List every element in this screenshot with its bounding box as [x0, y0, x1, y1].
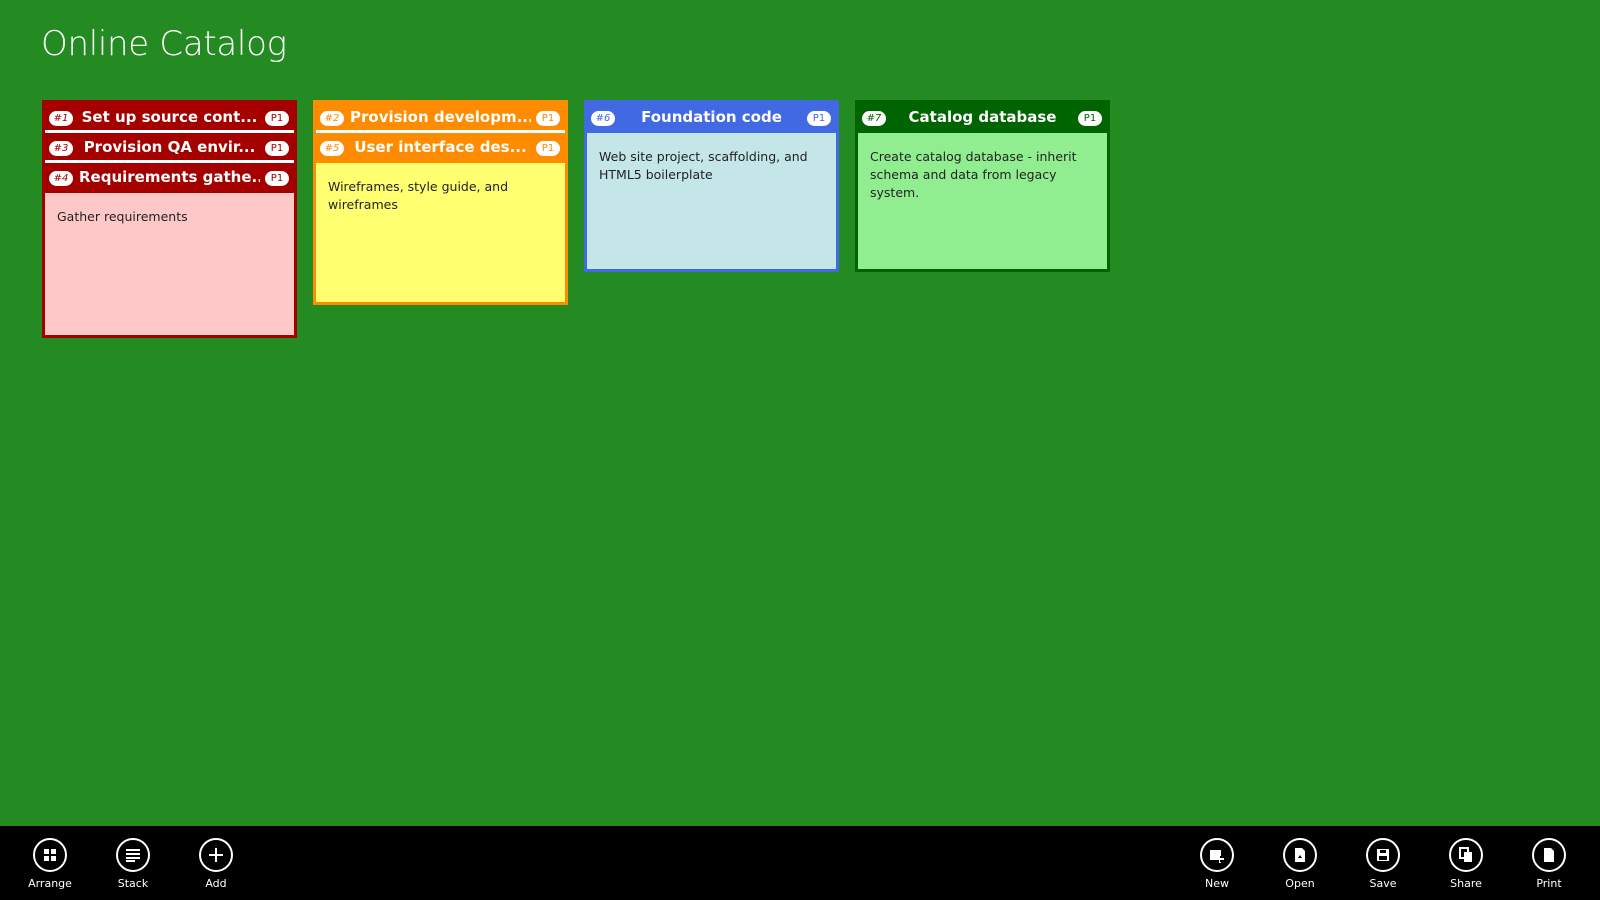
- card-number-badge: #6: [591, 111, 615, 126]
- arrange-button[interactable]: Arrange: [15, 838, 85, 890]
- share-icon: [1449, 838, 1483, 872]
- priority-badge: P1: [807, 111, 831, 126]
- card-header-4[interactable]: #4 Requirements gathe... P1: [45, 163, 294, 193]
- card-number-badge: #5: [320, 141, 344, 156]
- priority-badge: P1: [536, 111, 560, 126]
- new-icon: [1200, 838, 1234, 872]
- save-icon: [1366, 838, 1400, 872]
- priority-badge: P1: [265, 111, 289, 126]
- card-title: Provision QA envir...: [83, 138, 256, 156]
- priority-badge: P1: [536, 141, 560, 156]
- card-title: Foundation code: [641, 108, 782, 126]
- stack-icon: [116, 838, 150, 872]
- card-stack-2[interactable]: #2 Provision developm... P1 #5 User inte…: [313, 100, 568, 305]
- save-label: Save: [1369, 877, 1397, 890]
- add-icon: [199, 838, 233, 872]
- card-header-5[interactable]: #5 User interface des... P1: [316, 133, 565, 163]
- priority-badge: P1: [265, 171, 289, 186]
- share-label: Share: [1450, 877, 1482, 890]
- card-header-7[interactable]: #7 Catalog database P1: [858, 103, 1107, 133]
- card-description: Create catalog database - inherit schema…: [870, 149, 1077, 200]
- stack-button[interactable]: Stack: [98, 838, 168, 890]
- priority-badge: P1: [265, 141, 289, 156]
- app-bar: Arrange Stack Add New Open Save Share Pr…: [0, 826, 1600, 900]
- card-title: User interface des...: [354, 138, 527, 156]
- card-header-6[interactable]: #6 Foundation code P1: [587, 103, 836, 133]
- stack-label: Stack: [117, 877, 149, 890]
- card-title: Provision developm...: [350, 108, 531, 126]
- card-description: Web site project, scaffolding, and HTML5…: [599, 149, 808, 182]
- add-button[interactable]: Add: [181, 838, 251, 890]
- card-stack-1[interactable]: #1 Set up source cont... P1 #3 Provision…: [42, 100, 297, 338]
- card-number-badge: #3: [49, 141, 73, 156]
- print-label: Print: [1536, 877, 1562, 890]
- arrange-label: Arrange: [28, 877, 72, 890]
- card-header-1[interactable]: #1 Set up source cont... P1: [45, 103, 294, 133]
- open-icon: [1283, 838, 1317, 872]
- card-number-badge: #1: [49, 111, 73, 126]
- card-title: Catalog database: [908, 108, 1057, 126]
- page-title: Online Catalog: [41, 24, 287, 64]
- card-number-badge: #7: [862, 111, 886, 126]
- card-title: Set up source cont...: [81, 108, 258, 126]
- card-header-2[interactable]: #2 Provision developm... P1: [316, 103, 565, 133]
- priority-badge: P1: [1078, 111, 1102, 126]
- open-button[interactable]: Open: [1265, 838, 1335, 890]
- print-button[interactable]: Print: [1514, 838, 1584, 890]
- open-label: Open: [1285, 877, 1315, 890]
- card-description: Wireframes, style guide, and wireframes: [328, 179, 509, 212]
- card-stack-3[interactable]: #6 Foundation code P1 Web site project, …: [584, 100, 839, 272]
- print-icon: [1532, 838, 1566, 872]
- add-label: Add: [205, 877, 227, 890]
- card-header-3[interactable]: #3 Provision QA envir... P1: [45, 133, 294, 163]
- card-description: Gather requirements: [57, 209, 188, 224]
- card-stack-4[interactable]: #7 Catalog database P1 Create catalog da…: [855, 100, 1110, 272]
- card-title: Requirements gathe...: [79, 168, 260, 186]
- new-label: New: [1205, 877, 1229, 890]
- new-button[interactable]: New: [1182, 838, 1252, 890]
- card-number-badge: #4: [49, 171, 73, 186]
- arrange-icon: [33, 838, 67, 872]
- card-number-badge: #2: [320, 111, 344, 126]
- share-button[interactable]: Share: [1431, 838, 1501, 890]
- save-button[interactable]: Save: [1348, 838, 1418, 890]
